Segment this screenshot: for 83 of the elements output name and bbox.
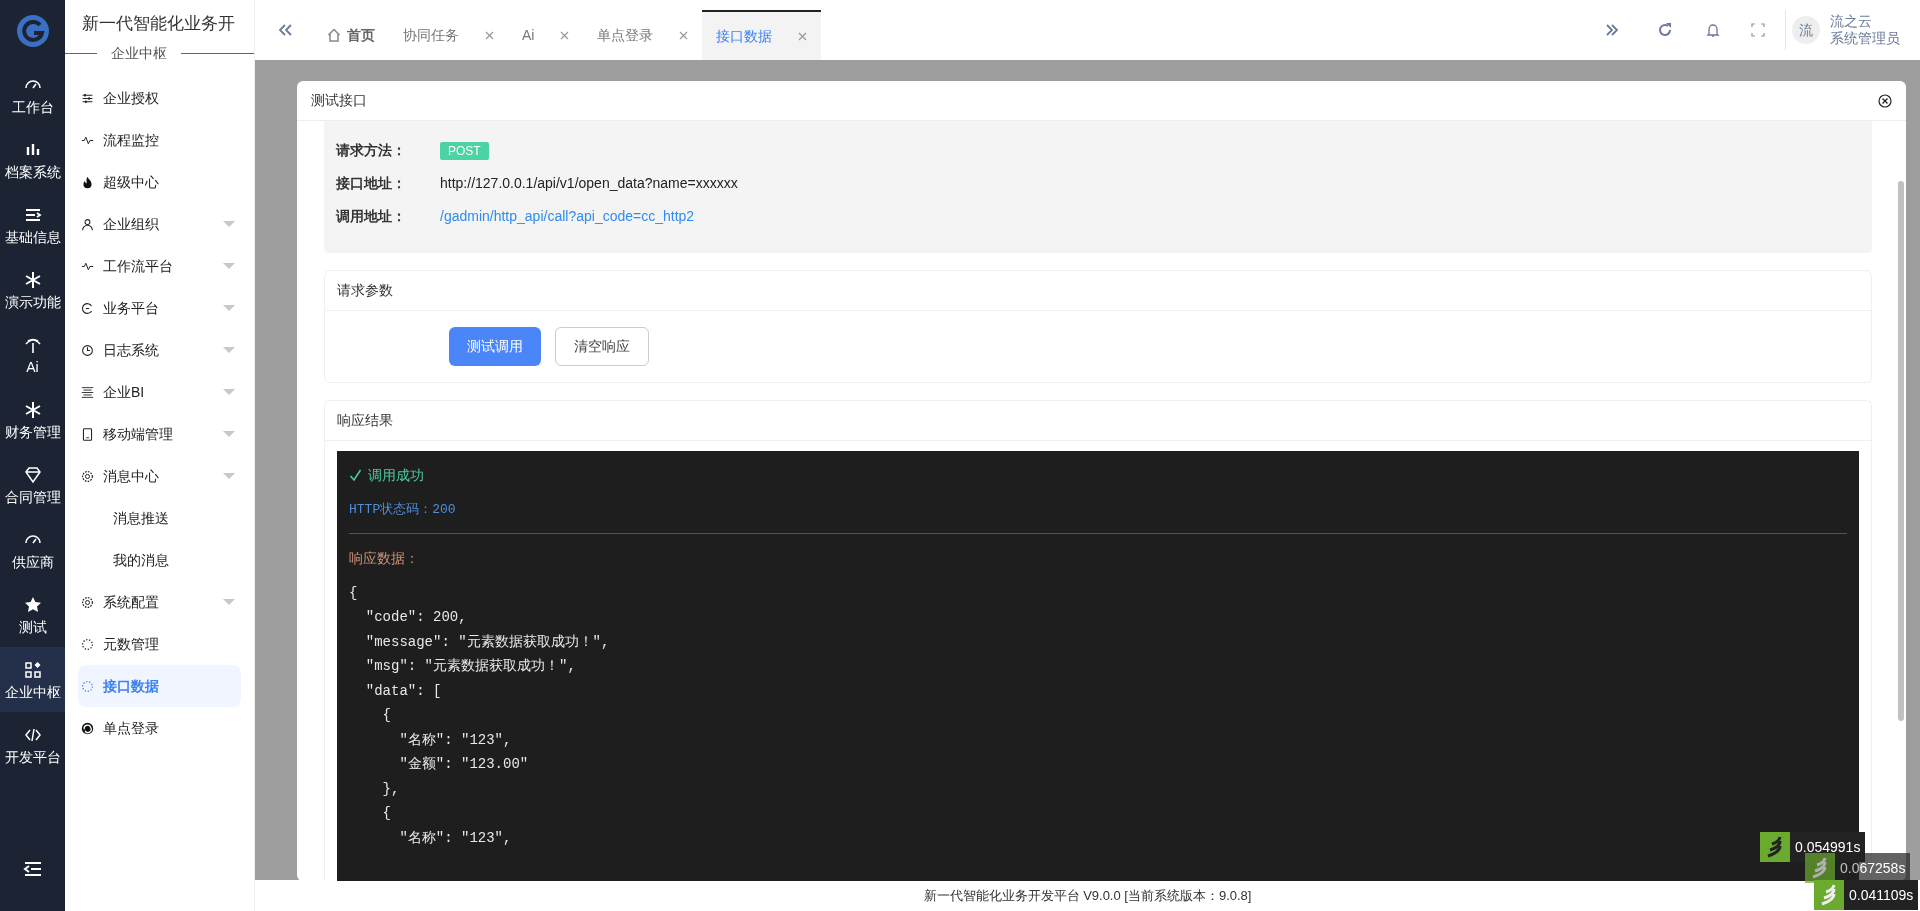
user-icon [81, 217, 94, 231]
user-role: 系统管理员 [1830, 30, 1900, 47]
menu-item[interactable]: 流程监控 [78, 119, 241, 161]
rail-item[interactable]: 企业中枢 [0, 647, 65, 712]
http-status: HTTP状态码：200 [349, 501, 457, 519]
code-line: "名称": "123", [398, 828, 512, 848]
double-chevron-left-icon[interactable] [277, 22, 293, 38]
code-line: "data": [ [364, 681, 442, 701]
sliders-icon [81, 91, 94, 105]
menu-item[interactable]: 工作流平台 [78, 245, 241, 287]
card-title: 请求参数 [337, 281, 393, 300]
submenu-item[interactable]: 我的消息 [78, 539, 241, 581]
field-value: http://127.0.0.1/api/v1/open_data?name=xxxxxx [440, 174, 738, 193]
section-title: 企业中枢 [110, 43, 168, 63]
align-center-icon [81, 385, 94, 399]
scrollbar-thumb[interactable] [1898, 181, 1904, 721]
tab[interactable]: 协同任务 [389, 10, 508, 60]
field-label: 调用地址： [336, 207, 407, 226]
rail-item[interactable]: 合同管理 [0, 452, 65, 517]
footer-text: 新一代智能化业务开发平台 V9.0.0 [当前系统版本：9.0.8] [923, 886, 1252, 905]
clear-response-button[interactable]: 清空响应 [555, 327, 649, 366]
grid-icon [22, 659, 43, 680]
gear-icon [81, 469, 94, 483]
logo-icon [15, 14, 50, 48]
bell-icon[interactable] [1705, 22, 1721, 38]
app-title: 新一代智能化业务开 [82, 13, 236, 35]
double-chevron-right-icon[interactable] [1604, 22, 1620, 38]
circle-arrow-icon [81, 301, 94, 315]
menu-item[interactable]: 企业授权 [78, 77, 241, 119]
menu-item[interactable]: 企业BI [78, 371, 241, 413]
menu-item[interactable]: 日志系统 [78, 329, 241, 371]
tab[interactable]: 首页 [313, 10, 389, 60]
rail-item[interactable]: 工作台 [0, 62, 65, 127]
code-line: { [381, 804, 391, 823]
phone-icon [81, 427, 94, 441]
code-line: "金额": "123.00" [398, 755, 529, 774]
diamond-icon [22, 464, 43, 485]
home-icon [327, 28, 341, 42]
user-avatar[interactable]: 流 [1792, 16, 1820, 44]
status-text: 调用成功 [368, 466, 424, 485]
menu-item[interactable]: 单点登录 [78, 707, 241, 749]
loading-icon [81, 637, 94, 651]
user-name: 流之云 [1830, 13, 1873, 30]
code-line: "msg": "元素数据获取成功！", [364, 657, 576, 676]
close-icon[interactable] [1878, 93, 1892, 108]
refresh-icon[interactable] [1657, 22, 1673, 38]
timing-label: 0.041109s [1844, 880, 1919, 910]
tab[interactable]: 单点登录 [583, 10, 703, 60]
submenu-item[interactable]: 消息推送 [78, 497, 241, 539]
menu-item[interactable]: 移动端管理 [78, 413, 241, 455]
menu-collapse-icon[interactable] [22, 861, 43, 877]
rail-item[interactable]: 测试 [0, 582, 65, 647]
swirl-icon [81, 721, 94, 735]
rail-item[interactable]: 供应商 [0, 517, 65, 582]
code-line: "message": "元素数据获取成功！", [364, 632, 610, 652]
field-label: 请求方法： [336, 141, 407, 160]
menu-item[interactable]: 超级中心 [78, 161, 241, 203]
menu-item[interactable]: 企业组织 [78, 203, 241, 245]
code-line: { [349, 583, 358, 603]
method-badge: POST [440, 141, 489, 160]
rail-item[interactable]: 财务管理 [0, 387, 65, 452]
gear-icon [81, 595, 94, 609]
menu-item[interactable]: 消息中心 [78, 455, 241, 497]
field-label: 接口地址： [336, 174, 407, 193]
modal-title: 测试接口 [311, 91, 367, 110]
rail-item[interactable]: Ai [0, 322, 65, 387]
menu-item[interactable]: 系统配置 [78, 581, 241, 623]
tab[interactable]: Ai [508, 10, 584, 60]
card-title: 响应结果 [337, 411, 393, 430]
rail-item[interactable]: 基础信息 [0, 192, 65, 257]
rail-item[interactable]: 开发平台 [0, 712, 65, 777]
rail-item[interactable]: 档案系统 [0, 127, 65, 192]
data-label: 响应数据： [349, 548, 420, 568]
clock-icon [81, 343, 94, 357]
rail-item[interactable]: 演示功能 [0, 257, 65, 322]
code-line: "名称": "123", [398, 730, 512, 750]
code-line: "code": 200, [364, 608, 467, 627]
check-icon [349, 469, 362, 482]
loading-icon [81, 679, 94, 693]
code-line: }, [381, 779, 400, 799]
menu-item[interactable]: 业务平台 [78, 287, 241, 329]
menu-item[interactable]: 元数管理 [78, 623, 241, 665]
code-line: { [381, 706, 391, 725]
